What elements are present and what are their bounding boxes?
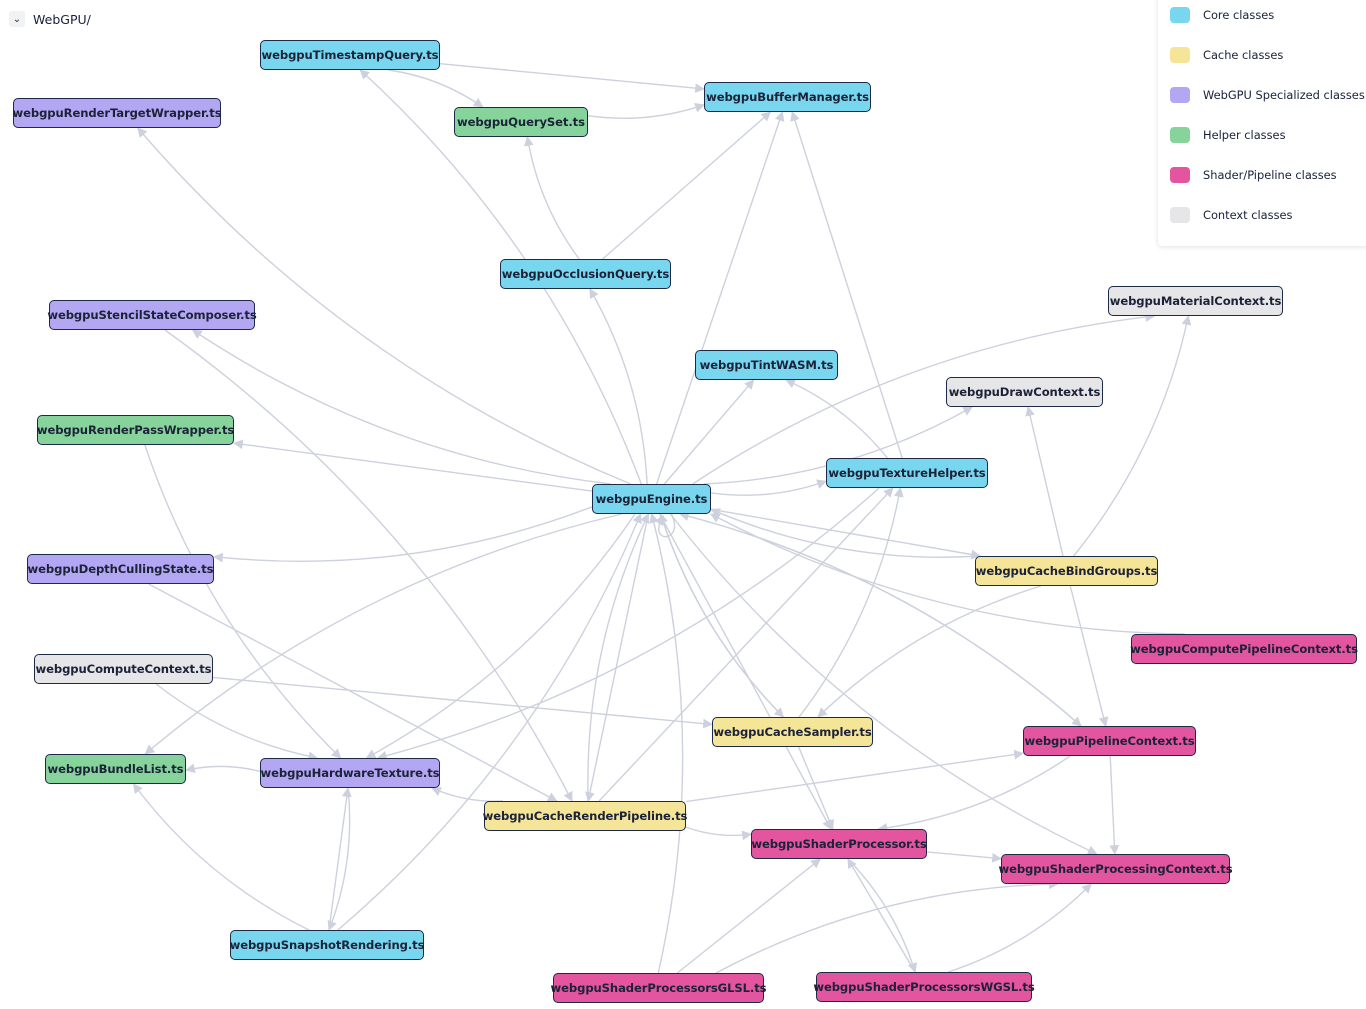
edge-snapshot-to-bundle	[132, 783, 310, 931]
node-webgpu-cache-bind-groups[interactable]: webgpuCacheBindGroups.ts	[975, 556, 1158, 586]
node-webgpu-cache-render-pipeline[interactable]: webgpuCacheRenderPipeline.ts	[483, 801, 687, 831]
legend-item-shader[interactable]: Shader/Pipeline classes	[1170, 167, 1337, 183]
legend-swatch-core	[1170, 7, 1190, 23]
node-webgpu-compute-context[interactable]: webgpuComputeContext.ts	[34, 654, 213, 684]
edge-engine-to-rpwrapper	[233, 439, 593, 492]
edge-glsl-to-engine	[649, 513, 684, 974]
edge-renderpipe-to-pipectx	[685, 749, 1024, 803]
edge-bindgroups-to-sampler	[817, 585, 1042, 718]
edge-engine-to-texhelper	[710, 479, 827, 496]
edge-pipectx-to-shaderprocctx	[1109, 755, 1120, 855]
edge-sampler-to-shaderproc	[798, 746, 834, 830]
node-webgpu-hardware-texture[interactable]: webgpuHardwareTexture.ts	[260, 758, 440, 788]
node-webgpu-timestamp-query[interactable]: webgpuTimestampQuery.ts	[260, 40, 440, 70]
legend-item-core[interactable]: Core classes	[1170, 7, 1274, 23]
legend-item-context[interactable]: Context classes	[1170, 207, 1292, 223]
edge-bindgroups-to-drawctx	[1025, 406, 1064, 557]
edge-pipectx-to-shaderproc	[877, 755, 1071, 833]
legend-item-specialized[interactable]: WebGPU Specialized classes	[1170, 87, 1365, 103]
node-webgpu-shader-processors-wgsl[interactable]: webgpuShaderProcessorsWGSL.ts	[813, 972, 1035, 1002]
node-webgpu-buffer-manager[interactable]: webgpuBufferManager.ts	[704, 82, 871, 112]
node-webgpu-render-target-wrapper[interactable]: webgpuRenderTargetWrapper.ts	[13, 98, 222, 128]
edge-timestamp-to-buffermgr	[439, 62, 705, 94]
legend-swatch-helper	[1170, 127, 1190, 143]
legend-swatch-shader	[1170, 167, 1190, 183]
node-webgpu-query-set[interactable]: webgpuQuerySet.ts	[454, 107, 588, 137]
edge-queryset-to-buffermgr	[587, 103, 705, 119]
legend-label: Cache classes	[1203, 48, 1284, 62]
edge-timestamp-to-queryset	[388, 69, 484, 108]
node-webgpu-texture-helper[interactable]: webgpuTextureHelper.ts	[826, 458, 988, 488]
legend-swatch-cache	[1170, 47, 1190, 63]
node-webgpu-occlusion-query[interactable]: webgpuOcclusionQuery.ts	[500, 259, 671, 289]
edge-renderpipe-to-texhelper	[598, 487, 894, 802]
edge-engine-to-shaderproc	[659, 513, 832, 830]
node-webgpu-cache-sampler[interactable]: webgpuCacheSampler.ts	[712, 717, 873, 747]
edge-occlusion-to-queryset	[523, 136, 580, 260]
edge-wgsl-to-shaderprocctx	[948, 883, 1092, 973]
legend-item-helper[interactable]: Helper classes	[1170, 127, 1286, 143]
node-webgpu-depth-culling-state[interactable]: webgpuDepthCullingState.ts	[27, 554, 214, 584]
edge-glsl-to-shaderprocctx	[715, 879, 1059, 974]
edge-engine-to-bundle	[144, 513, 622, 755]
edge-shaderproc-to-shaderprocctx	[926, 851, 1002, 863]
node-webgpu-shader-processor[interactable]: webgpuShaderProcessor.ts	[751, 829, 927, 859]
edge-rpwrapper-to-hwtexture	[144, 444, 342, 759]
node-webgpu-engine[interactable]: webgpuEngine.ts	[592, 484, 711, 514]
edge-sampler-to-texhelper	[798, 487, 904, 718]
edge-computectx-to-hwtexture	[155, 683, 319, 762]
edge-bindgroups-to-pipectx	[1069, 585, 1109, 727]
node-webgpu-stencil-state-composer[interactable]: webgpuStencilStateComposer.ts	[47, 300, 257, 330]
edge-hwtexture-to-bundle	[185, 763, 261, 774]
edge-engine-to-tint	[663, 379, 755, 485]
legend-label: Helper classes	[1203, 128, 1286, 142]
legend-swatch-context	[1170, 207, 1190, 223]
legend-label: Context classes	[1203, 208, 1293, 222]
node-webgpu-compute-pipeline-context[interactable]: webgpuComputePipelineContext.ts	[1130, 634, 1358, 664]
node-webgpu-shader-processing-context[interactable]: webgpuShaderProcessingContext.ts	[998, 854, 1233, 884]
node-webgpu-draw-context[interactable]: webgpuDrawContext.ts	[946, 377, 1103, 407]
edge-engine-to-depth	[213, 506, 593, 563]
node-webgpu-bundle-list[interactable]: webgpuBundleList.ts	[45, 754, 186, 784]
legend-label: WebGPU Specialized classes	[1203, 88, 1365, 102]
legend-label: Core classes	[1203, 8, 1275, 22]
edge-engine-to-buffermgr	[655, 111, 785, 485]
edge-texhelper-to-buffermgr	[790, 111, 903, 459]
node-webgpu-shader-processors-glsl[interactable]: webgpuShaderProcessorsGLSL.ts	[551, 973, 767, 1003]
legend-label: Shader/Pipeline classes	[1203, 168, 1337, 182]
node-webgpu-tint-wasm[interactable]: webgpuTintWASM.ts	[695, 350, 838, 380]
edge-sampler-to-engine	[658, 513, 784, 718]
node-webgpu-pipeline-context[interactable]: webgpuPipelineContext.ts	[1023, 726, 1196, 756]
edge-bindgroups-to-material	[1073, 315, 1192, 557]
edge-snapshot-to-hwtexture	[328, 787, 352, 931]
node-webgpu-snapshot-rendering[interactable]: webgpuSnapshotRendering.ts	[230, 930, 425, 960]
edge-texhelper-to-tint	[785, 379, 889, 459]
edge-wgsl-to-shaderproc	[847, 858, 916, 973]
edge-stencil-to-renderpipe	[164, 329, 573, 802]
legend-item-cache[interactable]: Cache classes	[1170, 47, 1283, 63]
edge-engine-to-stencil	[191, 329, 611, 485]
edge-renderpipe-to-shaderproc	[685, 826, 752, 841]
legend-panel: Core classes Cache classes WebGPU Specia…	[1158, 0, 1366, 246]
node-webgpu-material-context[interactable]: webgpuMaterialContext.ts	[1108, 286, 1283, 316]
edge-occlusion-to-buffermgr	[602, 111, 772, 260]
node-webgpu-render-pass-wrapper[interactable]: webgpuRenderPassWrapper.ts	[37, 415, 234, 445]
legend-swatch-specialized	[1170, 87, 1190, 103]
edge-snapshot-to-engine	[337, 513, 642, 931]
edge-engine-to-sampler	[659, 513, 785, 718]
